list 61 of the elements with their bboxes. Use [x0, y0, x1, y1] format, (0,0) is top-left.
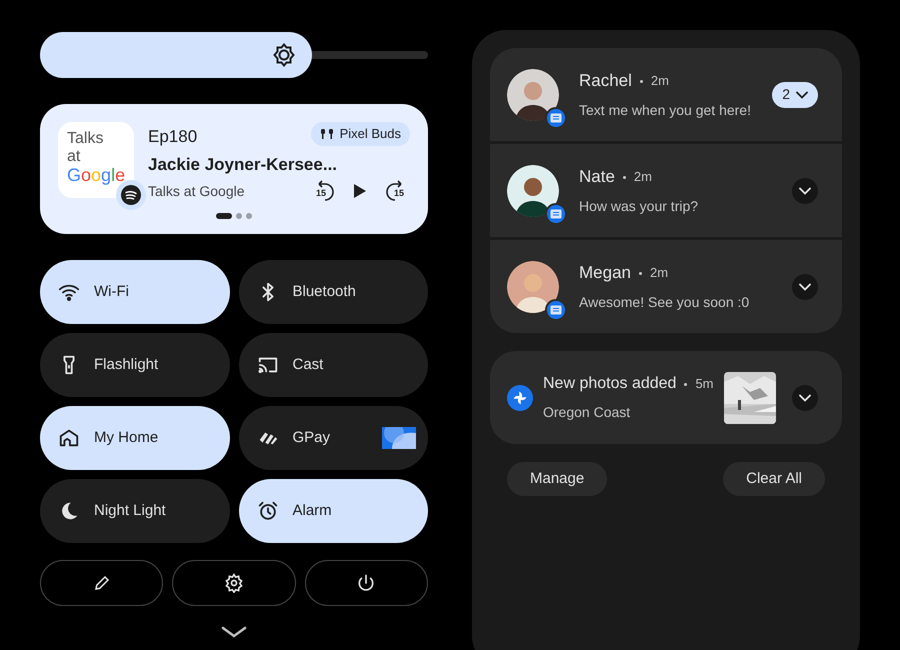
album-art-text: Talks: [67, 130, 104, 148]
track-title: Jackie Joyner-Kersee...: [148, 154, 338, 176]
sender-name: Megan: [579, 262, 631, 284]
output-device-button[interactable]: Pixel Buds: [310, 122, 410, 146]
avatar: [507, 164, 559, 216]
sender-name: Nate: [579, 166, 615, 188]
quick-settings-tile[interactable]: Flashlight: [40, 333, 230, 397]
avatar: [507, 260, 559, 312]
settings-button[interactable]: [172, 560, 296, 606]
quick-settings-tile[interactable]: Alarm: [238, 479, 428, 543]
notification-time: 2m: [634, 168, 652, 186]
messages-badge-icon: [545, 202, 567, 224]
album-art-logo: Google: [67, 166, 125, 184]
message-preview: How was your trip?: [579, 196, 700, 216]
quick-settings-tile[interactable]: Cast: [238, 333, 428, 397]
notification-subtitle: Oregon Coast: [543, 403, 632, 422]
card-icon: [382, 427, 416, 449]
earbuds-icon: [320, 128, 334, 140]
sun-icon: [272, 43, 296, 67]
clear-all-button[interactable]: Clear All: [723, 462, 825, 496]
pencil-icon: [92, 574, 111, 592]
quick-settings-tile[interactable]: Night Light: [40, 479, 230, 543]
quick-settings-tile[interactable]: Bluetooth: [238, 260, 428, 324]
photos-notification[interactable]: New photos added 5m Oregon Coast: [490, 351, 842, 444]
conversation-notification[interactable]: Nate 2m How was your trip?: [490, 144, 842, 237]
chevron-down-icon: [799, 282, 811, 290]
brightness-slider[interactable]: [40, 32, 428, 78]
notification-time: 2m: [650, 72, 669, 90]
notification-time: 2m: [650, 264, 668, 282]
home-icon: [58, 427, 80, 449]
sender-name: Rachel: [579, 70, 632, 92]
alarm-icon: [256, 500, 278, 522]
expand-button[interactable]: [792, 178, 818, 204]
notification-time: 5m: [695, 375, 714, 394]
chevron-down-icon: [799, 394, 811, 402]
messages-badge-icon: [545, 298, 567, 320]
quick-settings-tile[interactable]: Wi-Fi: [40, 260, 230, 324]
notification-title: New photos added: [543, 374, 676, 394]
power-icon: [356, 573, 376, 593]
expand-button[interactable]: [792, 274, 818, 300]
conversation-notification[interactable]: Rachel 2m Text me when you get here! 2: [490, 48, 842, 141]
expand-button[interactable]: [792, 384, 818, 410]
settings-icon: [224, 573, 244, 593]
chevron-down-icon: [796, 90, 808, 98]
message-preview: Text me when you get here!: [579, 100, 752, 120]
photos-app-icon: [507, 384, 533, 410]
conversation-notification[interactable]: Megan 2m Awesome! See you soon :0: [490, 240, 842, 333]
episode-label: Ep180: [148, 126, 198, 148]
skip-forward-button[interactable]: 15: [384, 179, 408, 203]
expand-count-button[interactable]: 2: [772, 82, 818, 108]
manage-button[interactable]: Manage: [507, 462, 608, 496]
quick-settings-tile[interactable]: My Home: [40, 406, 230, 470]
track-source: Talks at Google: [148, 182, 244, 201]
message-preview: Awesome! See you soon :0: [579, 292, 750, 312]
chevron-down-icon: [799, 186, 811, 194]
album-art-text: at: [67, 148, 82, 166]
collapse-chevron-icon[interactable]: [221, 626, 247, 638]
skip-back-button[interactable]: 15: [312, 179, 336, 203]
avatar: [507, 68, 559, 120]
quick-settings-tile[interactable]: GPay: [238, 406, 428, 470]
messages-badge-icon: [545, 106, 567, 128]
